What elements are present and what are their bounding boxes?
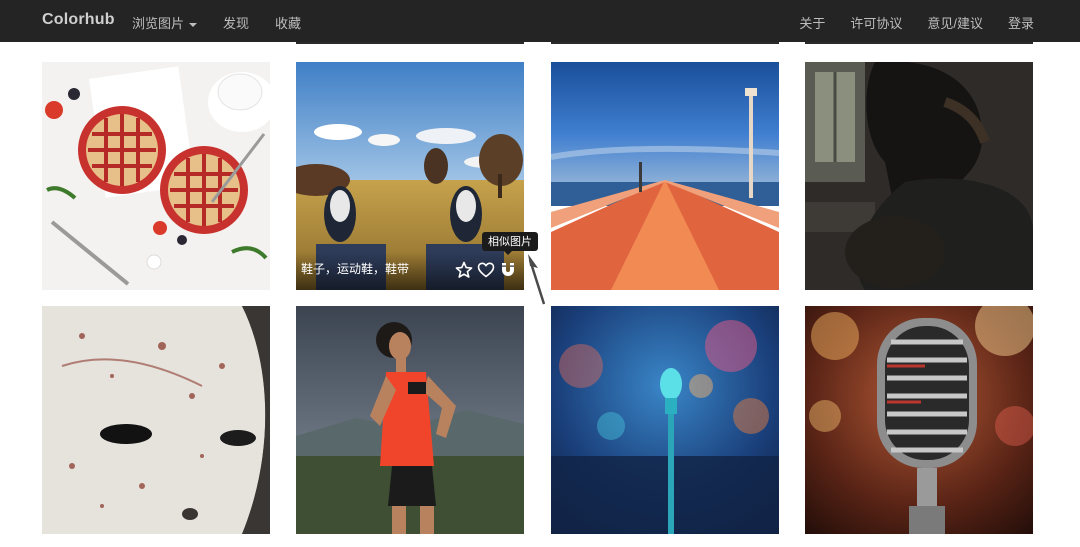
top-navbar: Colorhub 浏览图片 发现 收藏 关于 许可协议 意见/建议 登录	[0, 0, 1080, 42]
runner-photo	[296, 306, 524, 534]
image-tile-sneakers[interactable]: 鞋子，运动鞋，鞋带	[296, 62, 524, 290]
nav-left: 浏览图片 发现 收藏	[132, 13, 301, 32]
previous-row-edge	[551, 42, 779, 44]
star-icon[interactable]	[455, 261, 473, 279]
image-tile-vintage-mic[interactable]	[805, 306, 1033, 534]
image-tile-guitarist[interactable]	[805, 62, 1033, 290]
nav-right: 关于 许可协议 意见/建议 登录	[799, 13, 1034, 32]
concert-mic-photo	[551, 306, 779, 534]
previous-row-edge	[805, 42, 1033, 44]
mask-photo	[42, 306, 270, 534]
nav-browse-label: 浏览图片	[132, 16, 185, 31]
magnet-icon[interactable]	[499, 261, 517, 279]
hover-caption-bar: 鞋子，运动鞋，鞋带	[296, 252, 524, 290]
nav-discover[interactable]: 发现	[223, 13, 249, 32]
nav-favorites[interactable]: 收藏	[275, 13, 301, 32]
caret-down-icon	[189, 22, 198, 27]
image-tags[interactable]: 鞋子，运动鞋，鞋带	[301, 260, 409, 277]
nav-license[interactable]: 许可协议	[850, 13, 902, 32]
pies-photo	[42, 62, 270, 290]
image-tile-runner[interactable]	[296, 306, 524, 534]
similar-images-tooltip: 相似图片	[482, 232, 538, 255]
image-tile-mask[interactable]	[42, 306, 270, 534]
nav-feedback[interactable]: 意见/建议	[927, 13, 983, 32]
image-tile-concert-mic[interactable]	[551, 306, 779, 534]
mouse-pointer-icon	[528, 254, 546, 305]
nav-about[interactable]: 关于	[799, 13, 825, 32]
vintage-mic-photo	[805, 306, 1033, 534]
nav-browse-dropdown[interactable]: 浏览图片	[132, 13, 198, 32]
nav-login[interactable]: 登录	[1008, 13, 1034, 32]
pier-photo	[551, 62, 779, 290]
image-tile-pies[interactable]	[42, 62, 270, 290]
heart-icon[interactable]	[477, 261, 495, 279]
guitarist-photo	[805, 62, 1033, 290]
image-tile-pier[interactable]	[551, 62, 779, 290]
brand-logo[interactable]: Colorhub	[42, 11, 115, 29]
previous-row-edge	[296, 42, 524, 44]
